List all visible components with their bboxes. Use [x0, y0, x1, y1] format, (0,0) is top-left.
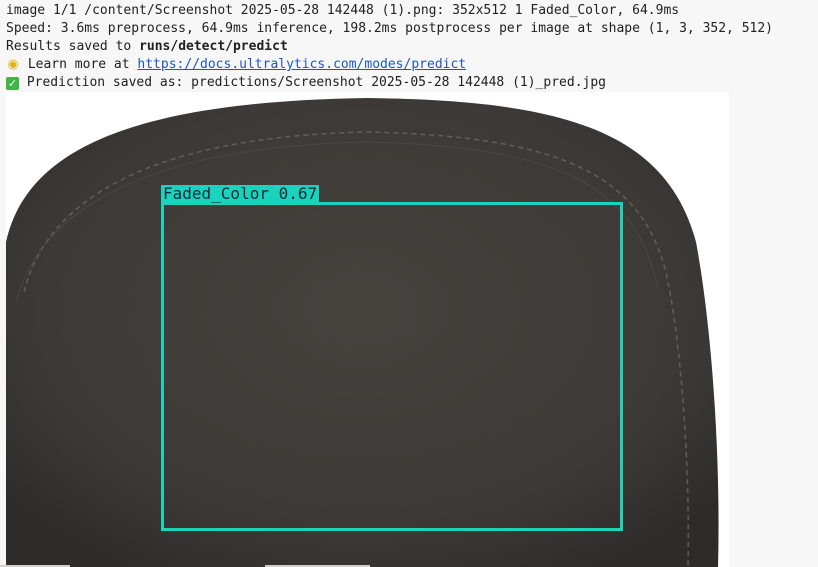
prediction-saved-text: Prediction saved as: predictions/Screens… [19, 75, 606, 90]
learn-more-line: ◉ Learn more at https://docs.ultralytics… [6, 56, 812, 74]
lightbulb-icon: ◉ [7, 57, 19, 72]
check-mark-icon: ✓ [6, 77, 19, 90]
speed-line: Speed: 3.6ms preprocess, 64.9ms inferenc… [6, 21, 774, 36]
results-saved-path: runs/detect/predict [139, 39, 288, 54]
console-output: image 1/1 /content/Screenshot 2025-05-28… [6, 2, 812, 92]
headrest-photo [6, 92, 729, 567]
results-saved-line: Results saved to runs/detect/predict [6, 38, 812, 56]
detection-label: Faded_Color 0.67 [161, 184, 320, 203]
headrest-fabric [6, 98, 719, 567]
prediction-saved-line: ✓ Prediction saved as: predictions/Scree… [6, 74, 812, 92]
results-saved-prefix: Results saved to [6, 39, 140, 54]
prediction-image: Faded_Color 0.67 [6, 92, 729, 567]
docs-link[interactable]: https://docs.ultralytics.com/modes/predi… [137, 57, 466, 72]
inference-result-line: image 1/1 /content/Screenshot 2025-05-28… [6, 3, 680, 18]
learn-more-prefix: Learn more at [20, 57, 138, 72]
